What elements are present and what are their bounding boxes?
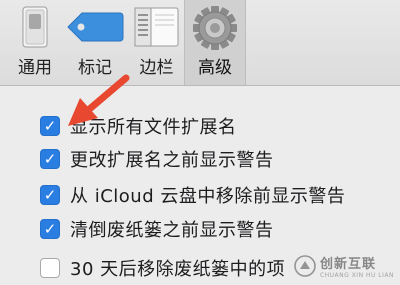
tab-advanced-label: 高级 [198, 58, 232, 78]
show-extensions-checkbox[interactable]: ✓ [40, 116, 60, 136]
warn-icloud-checkbox[interactable]: ✓ [40, 185, 60, 205]
tab-sidebar-label: 边栏 [139, 58, 174, 78]
tab-general[interactable]: 通用 [9, 0, 61, 85]
warn-extension-checkbox[interactable]: ✓ [40, 149, 60, 169]
remove-trash-checkbox[interactable] [40, 258, 60, 278]
tab-advanced[interactable]: 高级 [184, 0, 246, 85]
option-label: 更改扩展名之前显示警告 [70, 150, 274, 171]
watermark: 创新互联 CHUANG XIN HU LIAN [294, 253, 394, 279]
watermark-text-cn: 创新互联 [319, 257, 376, 272]
brand-logo-icon [294, 255, 316, 277]
gear-icon [193, 6, 237, 50]
option-label: 清倒废纸篓之前显示警告 [70, 220, 274, 241]
sidebar-icon [134, 7, 179, 47]
watermark-text-en: CHUANG XIN HU LIAN [319, 272, 394, 279]
warn-trash-checkbox[interactable]: ✓ [40, 219, 60, 239]
option-label: 30 天后移除废纸篓中的项 [70, 259, 286, 280]
tab-sidebar[interactable]: 边栏 [129, 0, 184, 85]
option-warn-icloud-remove[interactable]: ✓ 从 iCloud 云盘中移除前显示警告 [40, 181, 345, 209]
option-warn-empty-trash[interactable]: ✓ 清倒废纸篓之前显示警告 [40, 215, 274, 243]
red-arrow-annotation [68, 74, 130, 126]
preferences-toolbar: 通用 标记 边栏 高级 [0, 0, 400, 86]
option-remove-trash-30-days[interactable]: 30 天后移除废纸篓中的项 [40, 254, 285, 282]
option-label: 从 iCloud 云盘中移除前显示警告 [70, 186, 346, 207]
tab-general-label: 通用 [18, 58, 52, 78]
switch-icon [22, 6, 48, 48]
tag-icon [67, 12, 124, 42]
option-warn-change-extension[interactable]: ✓ 更改扩展名之前显示警告 [40, 145, 274, 173]
